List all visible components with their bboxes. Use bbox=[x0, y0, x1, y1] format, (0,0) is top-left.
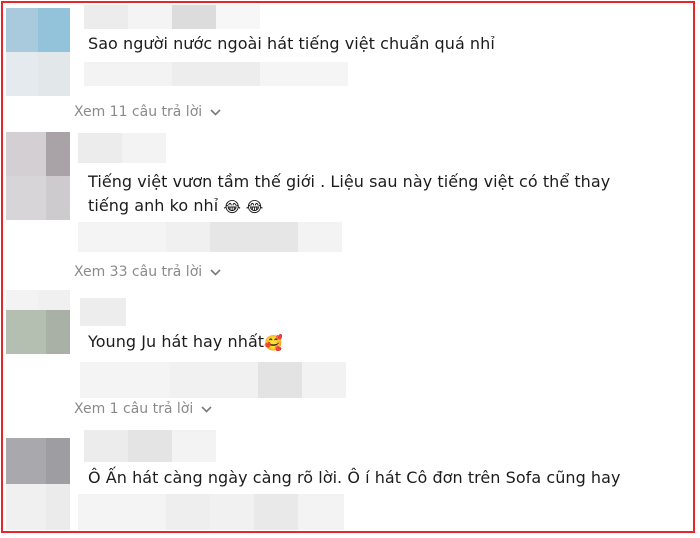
avatar[interactable] bbox=[6, 132, 70, 220]
view-replies-link[interactable]: Xem 1 câu trả lời bbox=[74, 401, 212, 417]
view-replies-link[interactable]: Xem 11 câu trả lời bbox=[74, 104, 221, 120]
view-replies-label[interactable]: Xem 1 câu trả lời bbox=[74, 401, 193, 417]
smiling-hearts-emoji-icon: 🥰 bbox=[264, 334, 283, 352]
comment-text: Sao người nước ngoài hát tiếng việt chuẩ… bbox=[88, 34, 495, 53]
comment-text-line1: Tiếng việt vươn tầm thế giới . Liệu sau … bbox=[88, 172, 611, 191]
username-blurred[interactable] bbox=[84, 5, 260, 29]
avatar[interactable] bbox=[6, 290, 70, 354]
username-blurred[interactable] bbox=[80, 298, 126, 326]
chevron-down-icon[interactable] bbox=[201, 401, 212, 417]
chevron-down-icon[interactable] bbox=[210, 264, 221, 280]
comment-text: Young Ju hát hay nhất🥰 bbox=[88, 330, 283, 355]
view-replies-label[interactable]: Xem 11 câu trả lời bbox=[74, 104, 202, 120]
avatar[interactable] bbox=[6, 438, 70, 530]
username-blurred[interactable] bbox=[78, 133, 166, 163]
comment-meta-blurred bbox=[78, 222, 342, 252]
comment-text-content: Young Ju hát hay nhất bbox=[88, 332, 265, 351]
comment-text-line2-text: tiếng anh ko nhỉ bbox=[88, 196, 219, 215]
avatar[interactable] bbox=[6, 8, 70, 96]
comment-meta-blurred bbox=[84, 62, 348, 86]
view-replies-link[interactable]: Xem 33 câu trả lời bbox=[74, 264, 221, 280]
comment-meta-blurred bbox=[78, 494, 344, 530]
comment-text: Ô Ấn hát càng ngày càng rõ lời. Ô í hát … bbox=[88, 468, 621, 487]
chevron-down-icon[interactable] bbox=[210, 104, 221, 120]
comment-text-line2: tiếng anh ko nhỉ 😂 😂 bbox=[88, 194, 263, 219]
username-blurred[interactable] bbox=[84, 430, 216, 462]
view-replies-label[interactable]: Xem 33 câu trả lời bbox=[74, 264, 202, 280]
laughing-emoji-icon: 😂 😂 bbox=[223, 198, 264, 216]
comment-meta-blurred bbox=[80, 362, 346, 398]
